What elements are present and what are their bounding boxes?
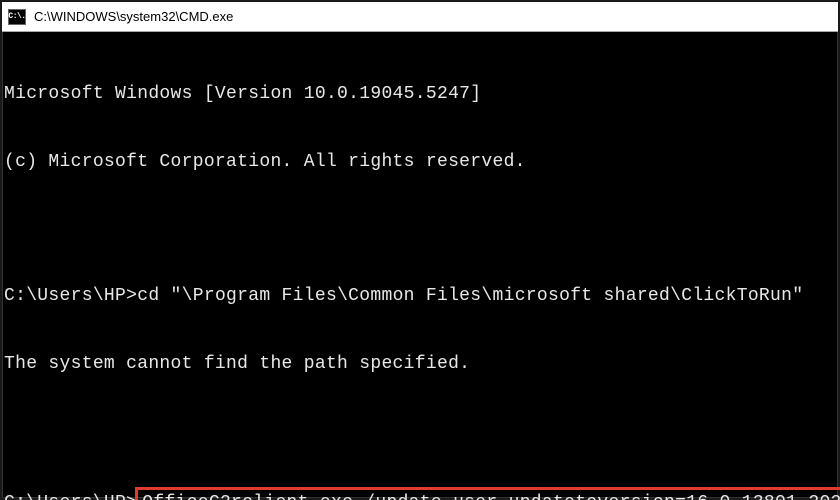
cmd-icon: C:\. (8, 9, 26, 25)
terminal-area[interactable]: Microsoft Windows [Version 10.0.19045.52… (2, 32, 838, 500)
titlebar[interactable]: C:\. C:\WINDOWS\system32\CMD.exe (2, 2, 838, 32)
command-line-2: C:\Users\HP> OfficeC2rclient.exe /update … (2, 487, 838, 500)
blank-line (2, 218, 838, 240)
prompt: C:\Users\HP> (4, 286, 137, 306)
prompt: C:\Users\HP> (4, 493, 137, 500)
highlighted-command: OfficeC2rclient.exe /update user updatet… (135, 487, 840, 500)
window-title: C:\WINDOWS\system32\CMD.exe (34, 9, 233, 24)
cmd-window: C:\. C:\WINDOWS\system32\CMD.exe Microso… (0, 0, 840, 500)
error-line: The system cannot find the path specifie… (2, 353, 838, 376)
command-line-1: C:\Users\HP>cd "\Program Files\Common Fi… (2, 285, 838, 308)
blank-line (2, 420, 838, 442)
command-text: cd "\Program Files\Common Files\microsof… (137, 286, 803, 306)
copyright-line: (c) Microsoft Corporation. All rights re… (2, 151, 838, 174)
command-text: OfficeC2rclient.exe /update user updatet… (142, 493, 840, 500)
version-line: Microsoft Windows [Version 10.0.19045.52… (2, 83, 838, 106)
